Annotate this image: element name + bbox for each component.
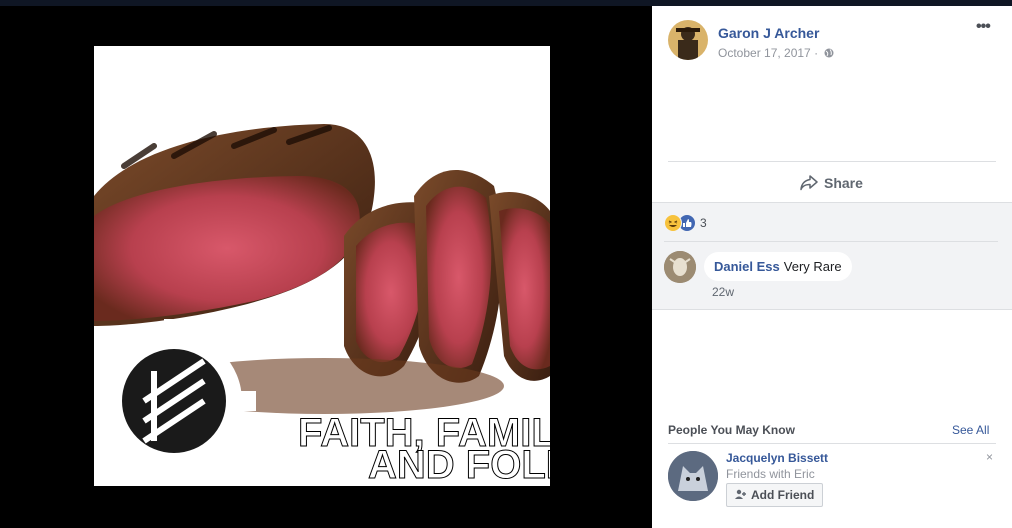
haha-reaction-icon bbox=[664, 214, 682, 232]
steak-image: FAITH, FAMILY AND FOLK bbox=[94, 46, 550, 486]
post-date[interactable]: October 17, 2017 · bbox=[718, 46, 834, 60]
divider bbox=[668, 161, 996, 162]
photo-viewer[interactable]: FAITH, FAMILY AND FOLK bbox=[0, 6, 652, 528]
comment-author[interactable]: Daniel Ess bbox=[714, 259, 780, 274]
reaction-count[interactable]: 3 bbox=[700, 216, 707, 230]
share-label: Share bbox=[824, 175, 863, 191]
comment-text: Very Rare bbox=[783, 259, 842, 274]
suggested-person-mutual: Friends with Eric bbox=[726, 467, 815, 481]
add-friend-label: Add Friend bbox=[751, 488, 815, 502]
author-name[interactable]: Garon J Archer bbox=[718, 25, 819, 41]
share-button[interactable]: Share bbox=[800, 172, 863, 194]
post-date-text[interactable]: October 17, 2017 · bbox=[718, 46, 818, 60]
more-options-icon[interactable]: ••• bbox=[976, 18, 991, 36]
commenter-avatar[interactable] bbox=[664, 251, 696, 283]
comment-bubble: Daniel Ess Very Rare bbox=[704, 252, 852, 281]
post-photo[interactable]: FAITH, FAMILY AND FOLK bbox=[94, 46, 550, 486]
add-friend-icon bbox=[735, 488, 747, 502]
pymk-title: People You May Know bbox=[668, 423, 795, 437]
comments-section: 3 Daniel Ess Very Rare 22w bbox=[652, 202, 1012, 310]
comment-time[interactable]: 22w bbox=[712, 285, 734, 299]
reactions-summary[interactable]: 3 bbox=[664, 214, 707, 232]
divider bbox=[664, 241, 998, 242]
divider bbox=[668, 443, 996, 444]
globe-icon bbox=[824, 48, 834, 58]
author-avatar[interactable] bbox=[668, 20, 708, 60]
close-icon[interactable]: × bbox=[986, 450, 993, 464]
suggested-person-name[interactable]: Jacquelyn Bissett bbox=[726, 451, 828, 465]
see-all-link[interactable]: See All bbox=[952, 423, 989, 437]
add-friend-button[interactable]: Add Friend bbox=[726, 483, 824, 507]
post-side-panel: Garon J Archer October 17, 2017 · ••• Sh… bbox=[652, 6, 1012, 528]
share-icon bbox=[800, 175, 818, 191]
suggested-person-avatar[interactable] bbox=[668, 451, 718, 501]
image-text-line2: AND FOLK bbox=[368, 443, 550, 486]
